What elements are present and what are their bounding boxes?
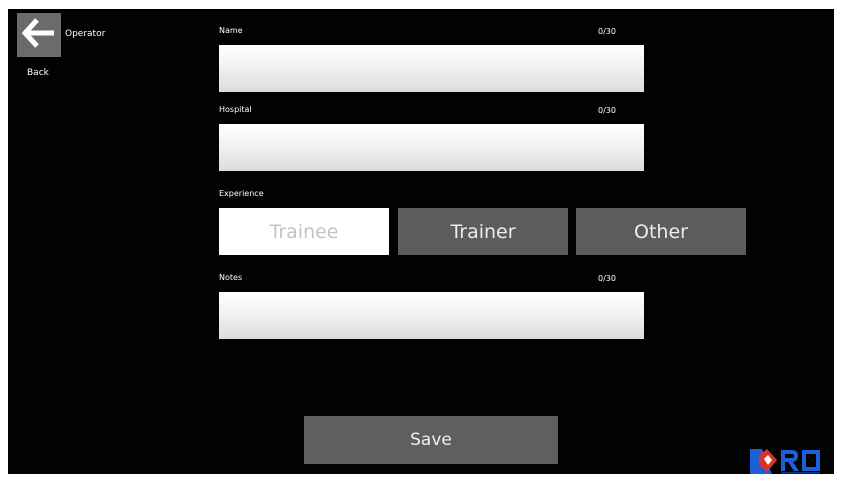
experience-option-other[interactable]: Other (576, 208, 746, 255)
back-label: Back (27, 68, 49, 78)
notes-label: Notes (219, 273, 243, 282)
name-char-counter: 0/30 (598, 27, 616, 36)
back-button[interactable] (17, 13, 61, 57)
operator-screen: Back Operator Name 0/30 Hospital 0/30 Ex… (8, 9, 834, 474)
name-input[interactable] (219, 45, 644, 92)
experience-option-trainee[interactable]: Trainee (219, 208, 389, 255)
notes-char-counter: 0/30 (598, 274, 616, 283)
notes-input[interactable] (219, 292, 644, 339)
experience-option-trainer[interactable]: Trainer (398, 208, 568, 255)
hospital-char-counter: 0/30 (598, 106, 616, 115)
hospital-input[interactable] (219, 124, 644, 171)
name-label: Name (219, 26, 243, 35)
page-title: Operator (65, 29, 106, 39)
arrow-left-icon (21, 18, 56, 52)
hospital-label: Hospital (219, 105, 252, 114)
experience-label: Experience (219, 189, 264, 198)
save-button[interactable]: Save (304, 416, 558, 464)
brand-logo (750, 447, 834, 474)
